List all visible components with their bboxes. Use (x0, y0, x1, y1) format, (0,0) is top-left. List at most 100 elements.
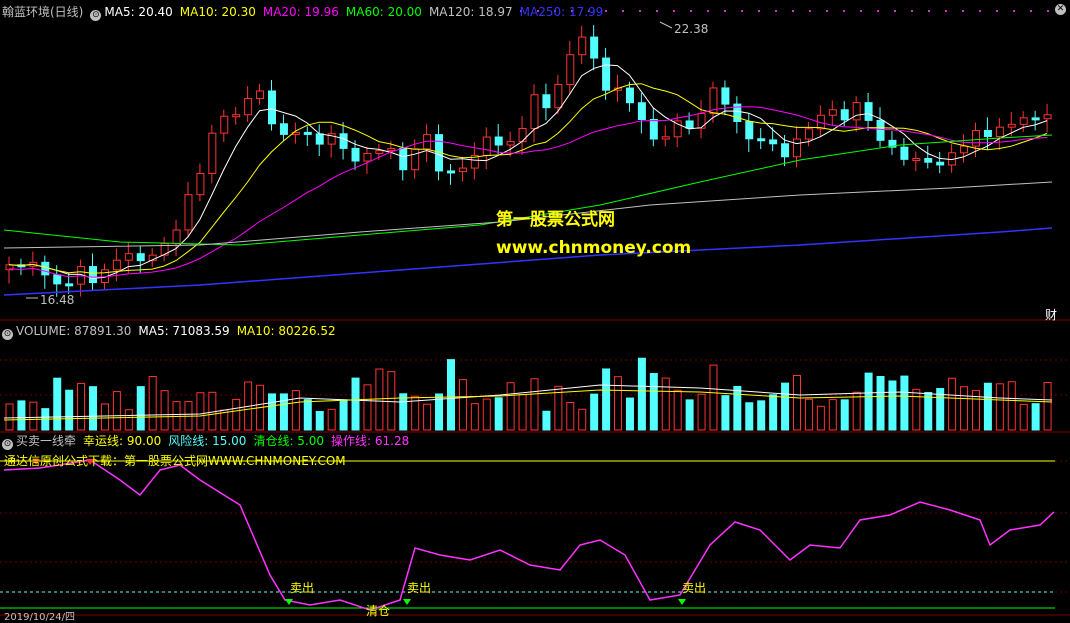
volume-bar (518, 394, 527, 431)
candle-body (136, 253, 145, 262)
indicator-toggle-button[interactable]: ⊙ (90, 10, 102, 21)
candle-body (518, 128, 527, 143)
volume-bar (339, 399, 348, 431)
volume-bar (423, 403, 432, 431)
candle-body (542, 94, 551, 109)
candle-body (315, 133, 324, 145)
candle-body (482, 136, 491, 156)
ma10-label: MA10: 20.30 (179, 5, 256, 19)
candle-body (1019, 117, 1028, 125)
stock-chart[interactable] (0, 0, 1070, 618)
candle-body (363, 152, 372, 162)
volume-bar (399, 393, 408, 431)
volume-bar (172, 401, 181, 431)
volume-bar (721, 395, 730, 431)
watermark-url: www.chnmoney.com (496, 238, 692, 258)
candle-body (876, 119, 885, 141)
candle-body (721, 87, 730, 105)
volume-bar (89, 386, 98, 431)
volume-bar (279, 393, 288, 431)
top-marker (826, 10, 828, 12)
volume-bar (757, 400, 766, 431)
volume-bar (112, 391, 121, 431)
volume-bar (781, 382, 790, 431)
volume-bar (793, 374, 801, 431)
date-label: 2019/10/24/四 (4, 612, 76, 623)
volume-bar (876, 376, 885, 431)
candle-body (375, 150, 384, 154)
candle-body (566, 54, 575, 85)
volume-bar (578, 408, 587, 431)
volume-bar (960, 386, 969, 431)
candle-body (936, 161, 945, 166)
ma120-label: MA120: 18.97 (428, 5, 513, 19)
volume-bar (828, 399, 837, 431)
volume-ma5-label: MA5: 71083.59 (138, 324, 230, 338)
top-marker (809, 10, 811, 12)
candle-body (912, 158, 921, 162)
volume-bar (470, 403, 479, 431)
candle-body (757, 138, 766, 142)
top-marker (775, 10, 777, 12)
candle-body (256, 90, 265, 100)
candle-body (590, 36, 599, 59)
high-price-label: 22.38 (674, 22, 709, 36)
sell-label-1: 卖出 (290, 581, 315, 595)
volume-bar (1007, 381, 1016, 431)
volume-bar (232, 398, 241, 431)
volume-bar (65, 389, 74, 431)
volume-bar (268, 393, 276, 431)
ma60-label: MA60: 20.00 (345, 5, 422, 19)
volume-bar (566, 401, 575, 431)
volume-toggle-button[interactable]: ⊙ (2, 329, 13, 340)
volume-bar (351, 377, 360, 431)
volume-bar (530, 378, 539, 431)
indicator-title: 买卖一线牵 (16, 434, 77, 448)
volume-bar (446, 359, 455, 431)
candle-body (268, 90, 276, 125)
sell-label-2: 卖出 (407, 581, 432, 595)
candle-body (804, 128, 813, 140)
close-icon[interactable]: ✕ (1055, 4, 1066, 15)
top-marker (639, 10, 641, 12)
volume-bar (291, 390, 300, 431)
candle-body (446, 170, 455, 174)
candle-body (41, 261, 50, 276)
clear-label: 清仓 (366, 604, 391, 618)
top-marker (1030, 10, 1032, 12)
volume-bar (5, 403, 14, 431)
top-marker (1013, 10, 1015, 12)
top-marker (690, 10, 692, 12)
candle-body (852, 102, 861, 121)
candle-body (602, 57, 611, 91)
top-marker (656, 10, 658, 12)
volume-bar (1043, 381, 1052, 431)
candle-body (53, 274, 62, 285)
candle-body (458, 167, 467, 173)
candle-body (781, 143, 790, 158)
top-marker (962, 10, 964, 12)
candle-body (1043, 114, 1052, 120)
volume-bar (983, 382, 992, 431)
candle-body (530, 94, 539, 130)
candle-body (196, 172, 205, 196)
volume-bar (458, 379, 467, 431)
volume-bar (685, 399, 694, 431)
finance-button[interactable]: 财 (1045, 306, 1057, 323)
main-panel-header: 翰蓝环境(日线) ⊙ MA5: 20.40 MA10: 20.30 MA20: 19.9… (2, 4, 610, 21)
volume-bar (840, 399, 849, 431)
top-marker (911, 10, 913, 12)
top-marker (877, 10, 879, 12)
volume-bar (124, 409, 133, 431)
stock-name[interactable]: 翰蓝环境(日线) (2, 5, 83, 19)
operation-line-label: 操作线: 61.28 (331, 434, 410, 448)
top-marker (979, 10, 981, 12)
candle-body (793, 138, 801, 158)
top-marker (622, 10, 624, 12)
candle-body (112, 259, 121, 271)
volume-bar (625, 397, 634, 431)
top-marker (996, 10, 998, 12)
volume-bar (769, 394, 778, 431)
indicator-panel-toggle-button[interactable]: ⊙ (2, 439, 13, 450)
volume-bar (196, 392, 205, 431)
